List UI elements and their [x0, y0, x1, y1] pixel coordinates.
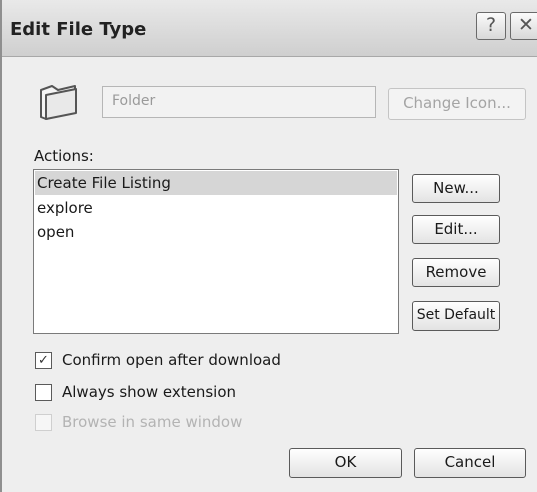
confirm-open-checkbox[interactable]: ✓ [35, 352, 52, 369]
cancel-button[interactable]: Cancel [414, 448, 526, 478]
file-type-description-field: Folder [102, 86, 376, 118]
actions-list[interactable]: Create File Listing explore open [33, 169, 399, 334]
actions-label: Actions: [34, 147, 94, 165]
browse-same-window-label: Browse in same window [62, 413, 243, 431]
remove-action-button[interactable]: Remove [412, 258, 500, 287]
browse-same-window-checkbox[interactable] [35, 414, 52, 431]
edit-file-type-dialog: Edit File Type ? ✕ Folder Change Icon...… [0, 0, 537, 492]
always-show-extension-checkbox[interactable] [35, 384, 52, 401]
set-default-button[interactable]: Set Default [412, 301, 500, 331]
edit-action-button[interactable]: Edit... [412, 215, 500, 244]
window-title: Edit File Type [10, 19, 147, 40]
folder-icon [40, 85, 77, 120]
ok-button[interactable]: OK [289, 448, 402, 478]
always-show-extension-label: Always show extension [62, 383, 237, 401]
confirm-open-label: Confirm open after download [62, 351, 281, 369]
list-item[interactable]: explore [35, 196, 397, 220]
close-button[interactable]: ✕ [510, 12, 537, 40]
change-icon-button[interactable]: Change Icon... [388, 88, 526, 120]
title-bar[interactable]: Edit File Type ? ✕ [2, 0, 537, 57]
help-button[interactable]: ? [476, 12, 506, 40]
list-item[interactable]: open [35, 220, 397, 244]
list-item[interactable]: Create File Listing [35, 171, 397, 195]
new-action-button[interactable]: New... [412, 174, 500, 203]
